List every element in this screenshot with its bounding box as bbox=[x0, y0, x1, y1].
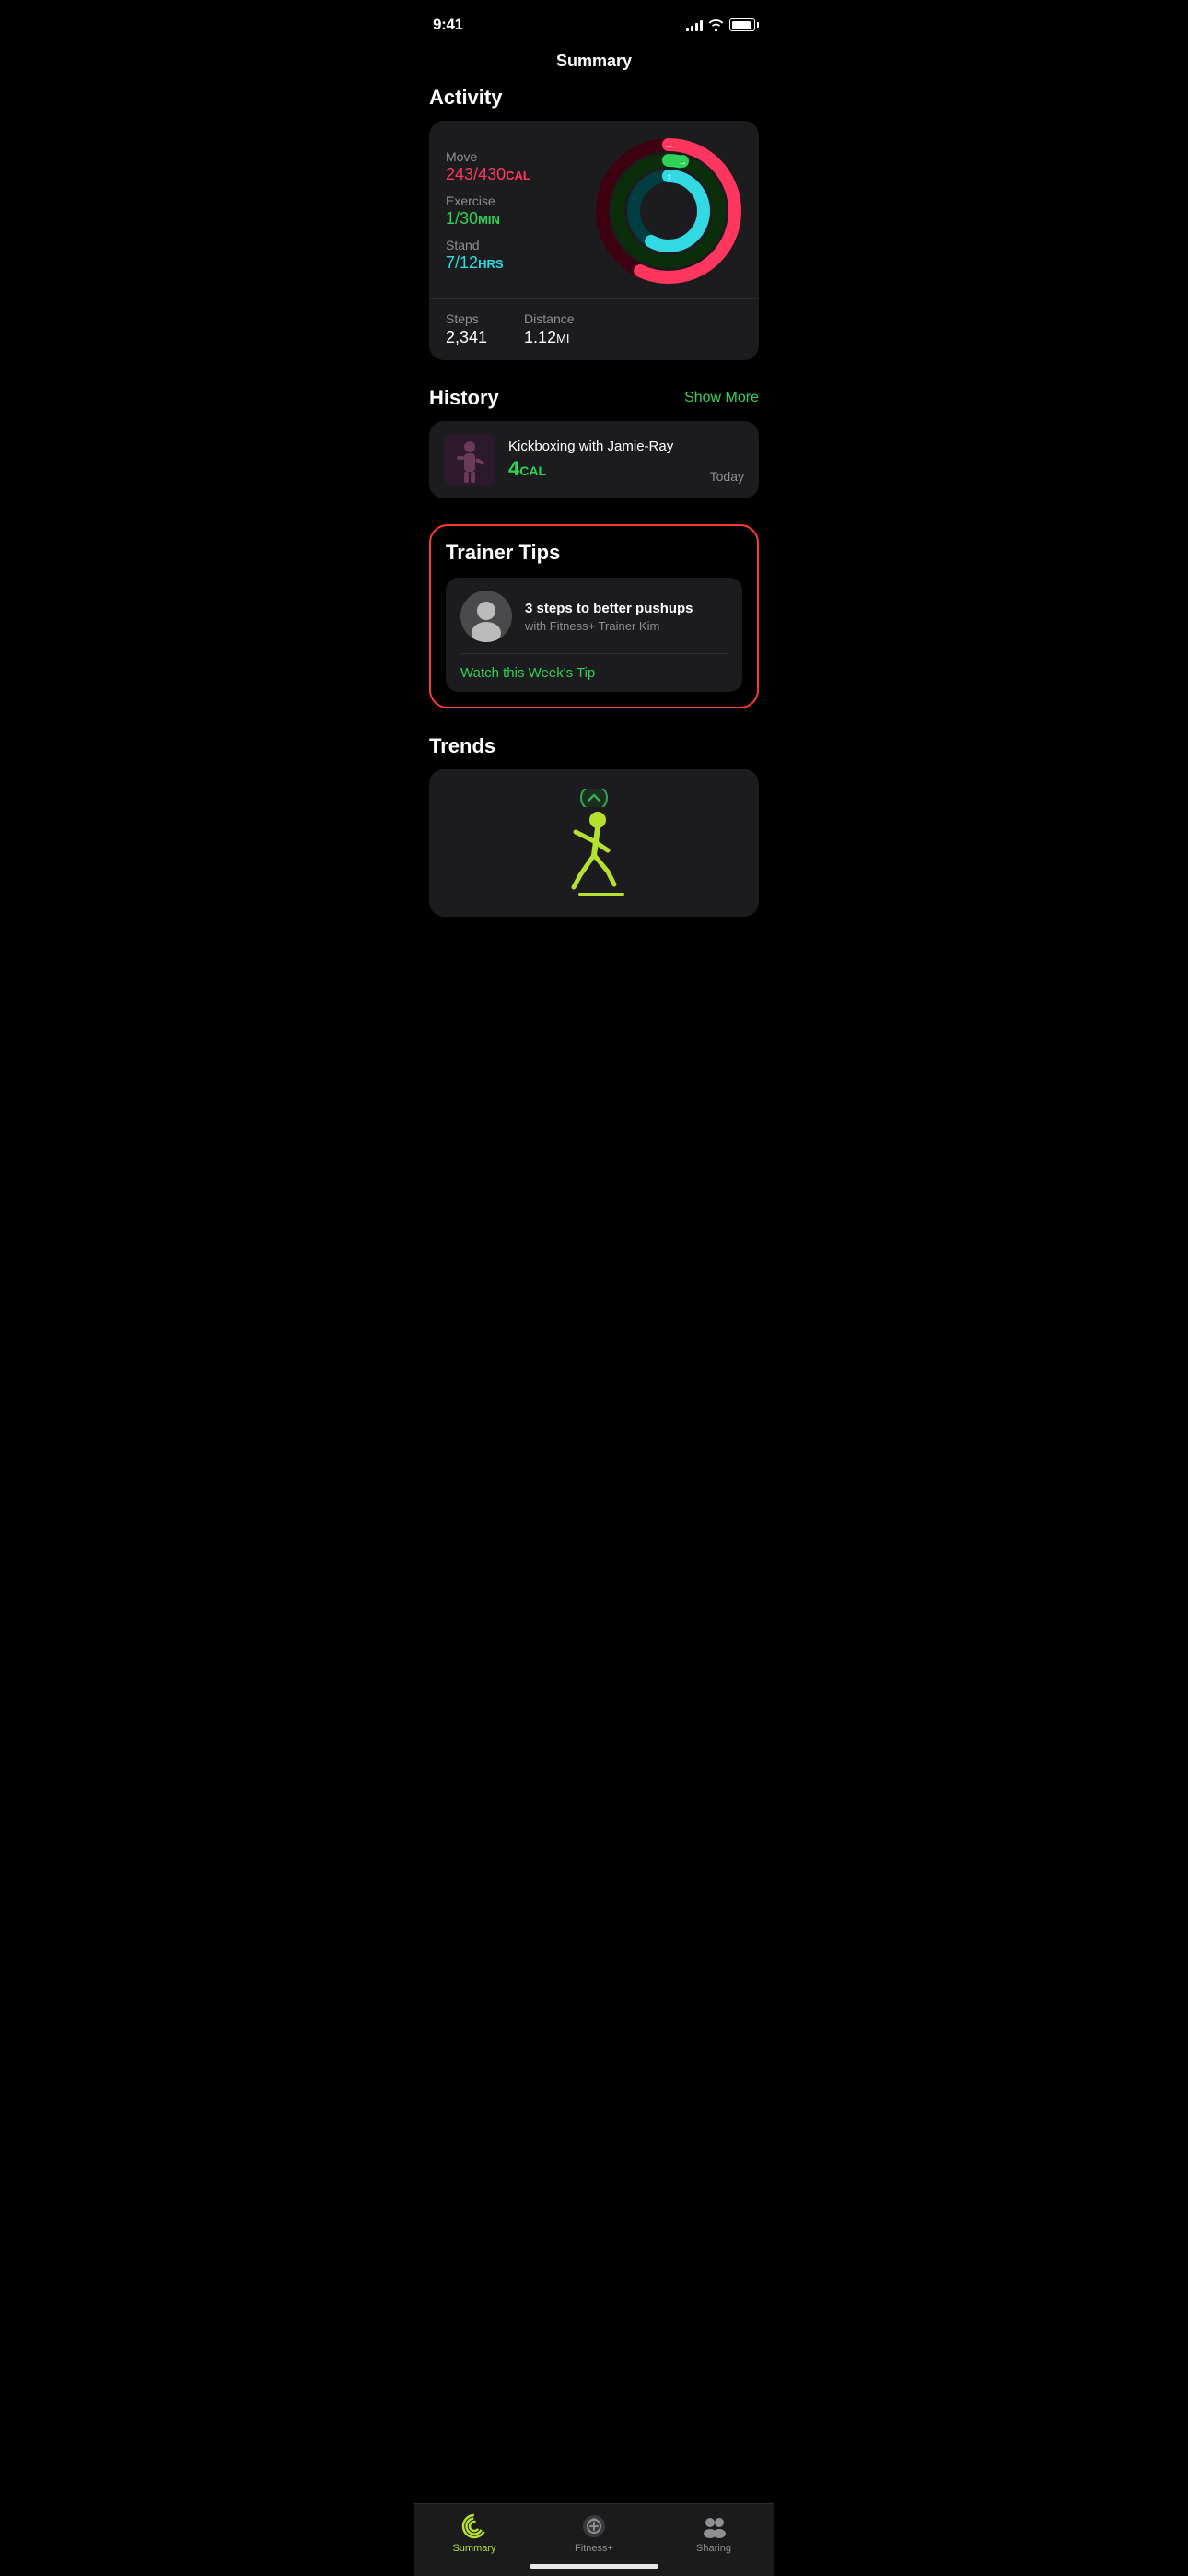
activity-bottom: Steps 2,341 Distance 1.12MI bbox=[429, 298, 759, 360]
trainer-tip-subtitle: with Fitness+ Trainer Kim bbox=[525, 619, 693, 633]
history-section: History Show More bbox=[429, 386, 759, 498]
summary-tab-icon bbox=[461, 2513, 487, 2539]
status-icons bbox=[686, 18, 755, 31]
distance-label: Distance bbox=[524, 311, 574, 326]
activity-stats: Move 243/430CAL Exercise 1/30MIN bbox=[446, 149, 530, 273]
move-stat: Move 243/430CAL bbox=[446, 149, 530, 184]
svg-text:→: → bbox=[664, 141, 673, 151]
history-item[interactable]: Kickboxing with Jamie-Ray 4CAL Today bbox=[429, 421, 759, 498]
stand-value: 7/12HRS bbox=[446, 253, 530, 273]
home-indicator bbox=[530, 2564, 658, 2569]
signal-icon bbox=[686, 19, 703, 31]
tab-fitness-plus[interactable]: Fitness+ bbox=[557, 2513, 631, 2554]
move-label: Move bbox=[446, 149, 530, 164]
exercise-label: Exercise bbox=[446, 193, 530, 208]
history-header-row: History Show More bbox=[429, 386, 759, 410]
summary-tab-label: Summary bbox=[452, 2543, 495, 2554]
svg-text:→: → bbox=[678, 158, 687, 168]
stand-label: Stand bbox=[446, 238, 530, 252]
trends-chevron-icon bbox=[579, 790, 609, 805]
trends-section-header: Trends bbox=[429, 734, 759, 758]
trends-line bbox=[578, 893, 624, 896]
distance-stat: Distance 1.12MI bbox=[524, 311, 574, 347]
activity-main: Move 243/430CAL Exercise 1/30MIN bbox=[429, 121, 759, 298]
svg-text:↑: ↑ bbox=[667, 172, 671, 182]
trainer-tips-header: Trainer Tips bbox=[446, 541, 742, 565]
show-more-button[interactable]: Show More bbox=[684, 390, 759, 406]
history-title: Kickboxing with Jamie-Ray bbox=[508, 439, 697, 454]
wifi-icon bbox=[708, 19, 724, 31]
watch-tip-button[interactable]: Watch this Week's Tip bbox=[446, 654, 742, 692]
trainer-card[interactable]: 3 steps to better pushups with Fitness+ … bbox=[446, 578, 742, 692]
history-cal: 4CAL bbox=[508, 457, 697, 481]
history-date: Today bbox=[710, 469, 744, 486]
steps-value: 2,341 bbox=[446, 328, 487, 347]
scroll-content: Summary Activity Move 243/430CAL Exercis… bbox=[414, 44, 774, 1035]
fitness-plus-tab-label: Fitness+ bbox=[575, 2543, 613, 2554]
status-time: 9:41 bbox=[433, 16, 463, 34]
page-title: Summary bbox=[429, 44, 759, 86]
history-card[interactable]: Kickboxing with Jamie-Ray 4CAL Today bbox=[429, 421, 759, 498]
sharing-tab-icon bbox=[701, 2513, 727, 2539]
status-bar: 9:41 bbox=[414, 0, 774, 44]
trainer-tip-title: 3 steps to better pushups bbox=[525, 601, 693, 616]
trends-section: Trends bbox=[429, 734, 759, 917]
move-value: 243/430CAL bbox=[446, 165, 530, 184]
activity-card: Move 243/430CAL Exercise 1/30MIN bbox=[429, 121, 759, 360]
history-info: Kickboxing with Jamie-Ray 4CAL bbox=[508, 439, 697, 481]
exercise-stat: Exercise 1/30MIN bbox=[446, 193, 530, 228]
history-thumbnail bbox=[444, 434, 495, 486]
steps-label: Steps bbox=[446, 311, 487, 326]
fitness-plus-tab-icon bbox=[581, 2513, 607, 2539]
activity-section: Activity Move 243/430CAL Exercise bbox=[429, 86, 759, 360]
trends-figure bbox=[557, 790, 631, 896]
activity-section-header: Activity bbox=[429, 86, 759, 110]
trainer-item: 3 steps to better pushups with Fitness+ … bbox=[446, 578, 742, 653]
trainer-avatar bbox=[460, 591, 512, 642]
history-section-header: History bbox=[429, 386, 499, 410]
trends-card bbox=[429, 769, 759, 917]
battery-icon bbox=[729, 18, 755, 31]
trainer-info: 3 steps to better pushups with Fitness+ … bbox=[525, 601, 693, 633]
trainer-tips-section: Trainer Tips 3 steps to better pushups w… bbox=[429, 524, 759, 708]
sharing-tab-label: Sharing bbox=[696, 2543, 731, 2554]
distance-value: 1.12MI bbox=[524, 328, 574, 347]
steps-stat: Steps 2,341 bbox=[446, 311, 487, 347]
walking-figure-icon bbox=[557, 809, 631, 896]
activity-rings: → → ↑ bbox=[595, 137, 742, 285]
tab-sharing[interactable]: Sharing bbox=[677, 2513, 751, 2554]
exercise-value: 1/30MIN bbox=[446, 209, 530, 228]
tab-summary[interactable]: Summary bbox=[437, 2513, 511, 2554]
stand-stat: Stand 7/12HRS bbox=[446, 238, 530, 273]
